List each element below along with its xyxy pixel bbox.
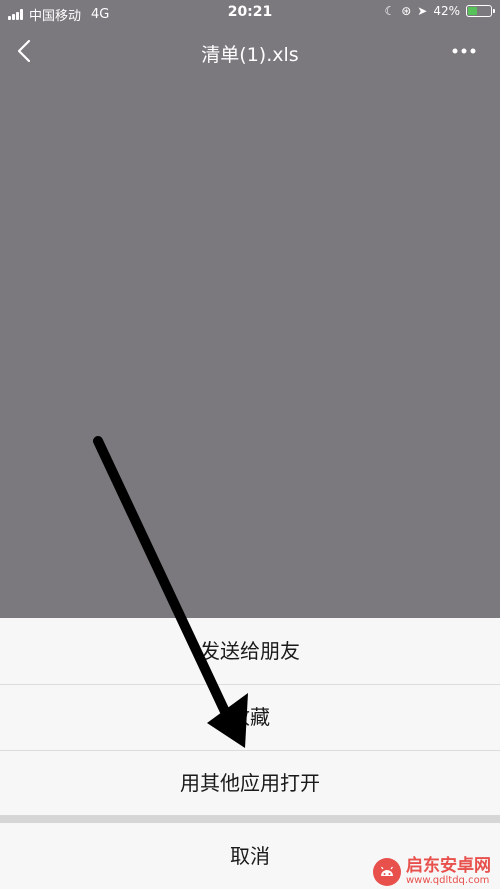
nav-bar: 清单(1).xls <box>0 26 500 76</box>
page-title: 清单(1).xls <box>201 44 299 66</box>
watermark-logo-icon <box>373 858 401 886</box>
status-right: ☾ ⊛ ➤ 42% <box>378 4 495 18</box>
open-with-other-app-button[interactable]: 用其他应用打开 <box>0 751 500 815</box>
sheet-divider <box>0 815 500 823</box>
watermark-url: www.qdltdq.com <box>406 874 490 886</box>
watermark-text: 启东安卓网 www.qdltdq.com <box>406 855 491 886</box>
battery-icon <box>466 5 495 17</box>
status-bar: 中国移动 4G 20:21 ☾ ⊛ ➤ 42% <box>0 0 500 26</box>
send-to-friend-button[interactable]: 发送给朋友 <box>0 618 500 685</box>
battery-percent: 42% <box>433 4 460 18</box>
battery-fill <box>468 7 477 15</box>
watermark-brand: 启东安卓网 <box>406 855 491 876</box>
action-sheet: 发送给朋友 收藏 用其他应用打开 取消 <box>0 618 500 889</box>
watermark: 启东安卓网 www.qdltdq.com <box>372 856 491 888</box>
moon-icon: ☾ <box>384 4 396 18</box>
rotation-lock-icon: ⊛ <box>401 4 412 18</box>
location-icon: ➤ <box>417 4 428 18</box>
more-icon[interactable] <box>452 48 476 54</box>
favorite-button[interactable]: 收藏 <box>0 685 500 751</box>
